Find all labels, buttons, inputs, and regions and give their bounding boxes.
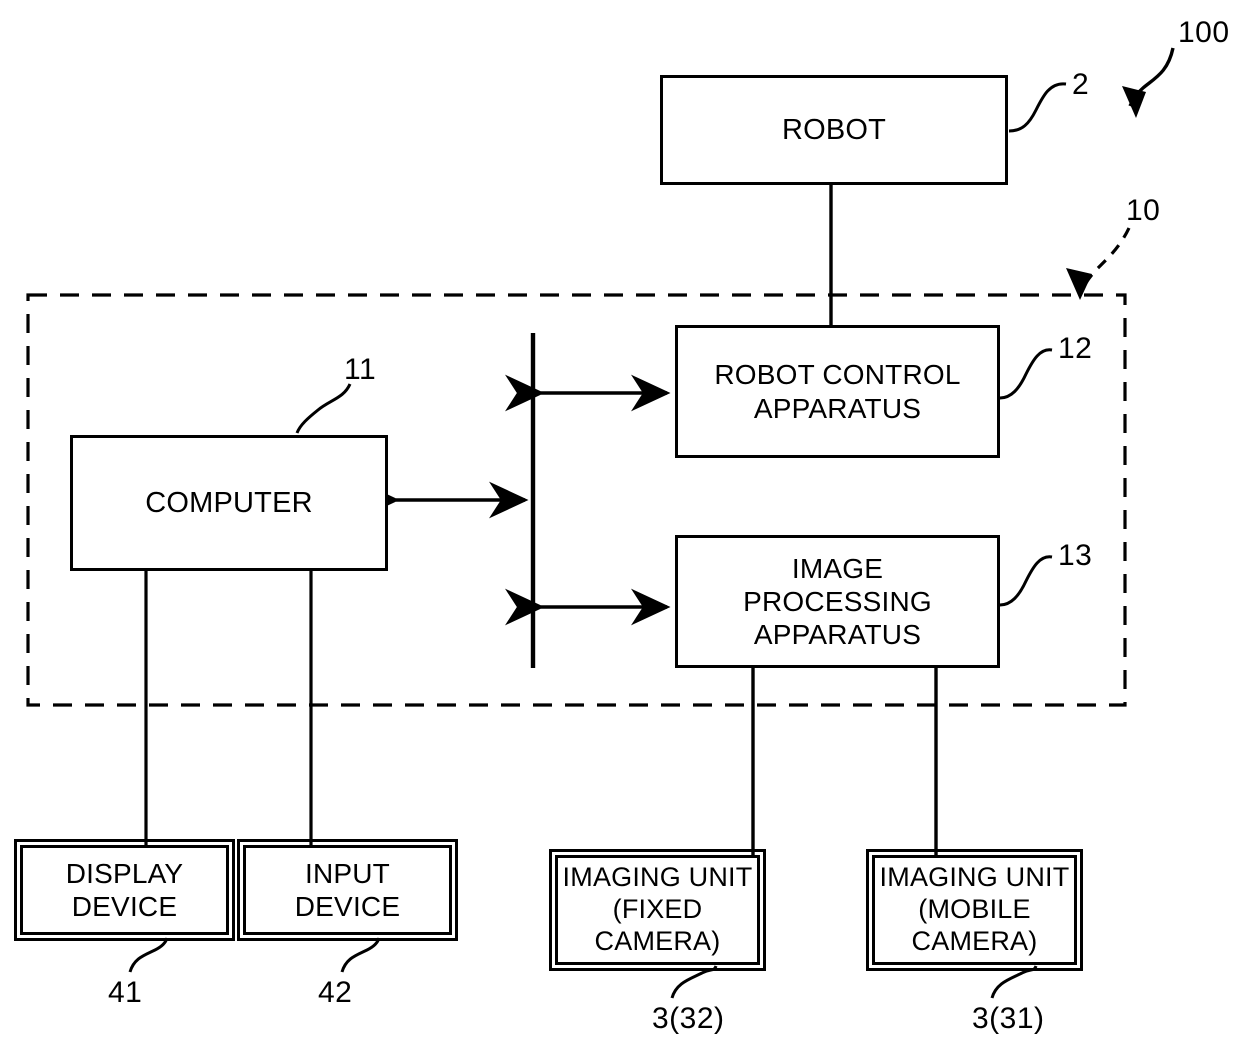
leader-100-arrowhead <box>1122 86 1146 118</box>
reference-numeral-10: 10 <box>1126 194 1161 227</box>
block-imaging-unit-mobile-camera: IMAGING UNIT (MOBILE CAMERA) <box>866 849 1083 971</box>
reference-numeral-11: 11 <box>344 353 377 386</box>
block-robot-control-apparatus-label: ROBOT CONTROL APPARATUS <box>714 359 961 424</box>
block-image-processing-apparatus-label: IMAGE PROCESSING APPARATUS <box>743 552 932 651</box>
reference-numeral-41: 41 <box>108 976 143 1009</box>
leader-3-32 <box>670 965 718 999</box>
block-input-device-label: INPUT DEVICE <box>294 857 401 922</box>
leader-2 <box>1008 82 1067 133</box>
block-robot: ROBOT <box>660 75 1008 185</box>
block-robot-control-apparatus: ROBOT CONTROL APPARATUS <box>675 325 1000 458</box>
leader-11 <box>295 383 352 434</box>
reference-numeral-13: 13 <box>1058 539 1093 572</box>
reference-numeral-3-31: 3(31) <box>972 1002 1045 1035</box>
block-imaging-unit-mobile-camera-label: IMAGING UNIT (MOBILE CAMERA) <box>879 862 1070 956</box>
reference-numeral-2: 2 <box>1072 68 1090 101</box>
reference-numeral-100: 100 <box>1178 16 1230 49</box>
block-imaging-unit-fixed-camera-label: IMAGING UNIT (FIXED CAMERA) <box>562 862 753 956</box>
block-computer-label: COMPUTER <box>145 486 313 519</box>
leader-3-31 <box>990 965 1038 999</box>
patent-figure: ROBOT COMPUTER ROBOT CONTROL APPARATUS I… <box>0 0 1240 1055</box>
reference-numeral-3-32: 3(32) <box>652 1002 725 1035</box>
block-display-device-label: DISPLAY DEVICE <box>65 857 184 922</box>
block-display-device: DISPLAY DEVICE <box>14 839 235 941</box>
block-robot-label: ROBOT <box>781 113 887 146</box>
block-input-device: INPUT DEVICE <box>237 839 458 941</box>
block-imaging-unit-fixed-camera: IMAGING UNIT (FIXED CAMERA) <box>549 849 766 971</box>
leader-41 <box>128 937 169 973</box>
reference-numeral-12: 12 <box>1058 332 1093 365</box>
leader-12 <box>999 348 1053 400</box>
block-computer: COMPUTER <box>70 435 388 571</box>
leader-42 <box>340 937 381 973</box>
leader-13 <box>999 555 1053 607</box>
block-image-processing-apparatus: IMAGE PROCESSING APPARATUS <box>675 535 1000 668</box>
reference-numeral-42: 42 <box>318 976 353 1009</box>
